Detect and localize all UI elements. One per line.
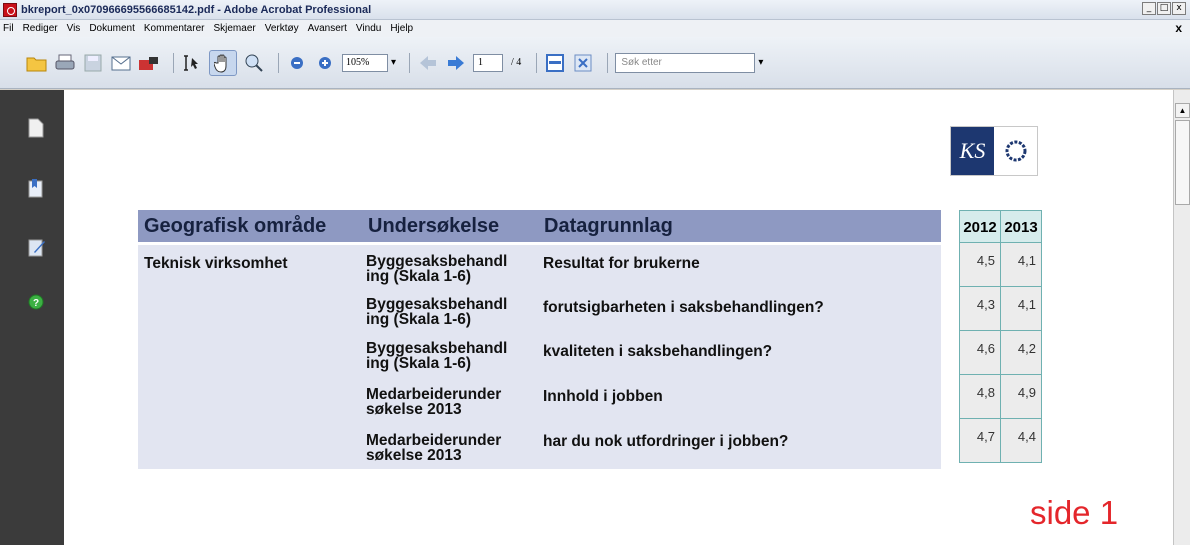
zoom-in-icon[interactable]: [314, 52, 336, 74]
survey-line-2: ing (Skala 1-6): [366, 268, 472, 285]
scroll-up-icon[interactable]: ▲: [1175, 103, 1190, 118]
header-basis: Datagrunnlag: [538, 210, 941, 242]
next-page-icon[interactable]: [445, 52, 467, 74]
document-page[interactable]: KS Geografisk område Undersøkelse Datagr…: [64, 90, 1173, 545]
ks-logo: KS: [950, 126, 1038, 176]
signatures-icon[interactable]: [28, 238, 45, 258]
minimize-button[interactable]: _: [1142, 2, 1156, 15]
navigation-panel: ?: [0, 90, 64, 545]
basis-cell: Innhold i jobben: [543, 388, 663, 405]
zoom-tool-icon[interactable]: [243, 52, 265, 74]
basis-cell: har du nok utfordringer i jobben?: [543, 433, 789, 450]
zoom-out-icon[interactable]: [286, 52, 308, 74]
page-label: side 1: [1030, 494, 1119, 531]
survey-line-2: søkelse 2013: [366, 447, 462, 464]
document-close-icon[interactable]: x: [1175, 21, 1182, 35]
value-2013: 4,1: [1000, 286, 1042, 331]
menu-rediger[interactable]: Rediger: [23, 23, 58, 34]
zoom-dropdown-icon[interactable]: ▾: [391, 57, 396, 68]
menu-skjemaer[interactable]: Skjemaer: [213, 23, 255, 34]
menu-kommentarer[interactable]: Kommentarer: [144, 23, 205, 34]
save-icon[interactable]: [82, 52, 104, 74]
survey-cell: Medarbeiderunder søkelse 2013: [366, 433, 501, 464]
value-2012: 4,8: [959, 374, 1001, 419]
acrobat-app-icon: [3, 2, 17, 17]
basis-cell: forutsigbarheten i saksbehandlingen?: [543, 299, 824, 316]
value-2013: 4,9: [1000, 374, 1042, 419]
survey-cell: Byggesaksbehandl ing (Skala 1-6): [366, 341, 507, 372]
email-icon[interactable]: [110, 52, 132, 74]
menu-fil[interactable]: Fil: [3, 23, 14, 34]
survey-line-2: ing (Skala 1-6): [366, 311, 472, 328]
value-2013: 4,4: [1000, 418, 1042, 463]
survey-cell: Medarbeiderunder søkelse 2013: [366, 387, 501, 418]
value-2012: 4,3: [959, 286, 1001, 331]
pages-icon[interactable]: [28, 118, 44, 138]
toolbar-divider: [536, 52, 538, 73]
scroll-thumb[interactable]: [1175, 120, 1190, 205]
year-header-2012: 2012: [959, 210, 1001, 243]
window-controls: _ □ x: [1142, 2, 1186, 15]
survey-cell: Byggesaksbehandl ing (Skala 1-6): [366, 254, 507, 285]
zoom-level-field[interactable]: 105%: [342, 53, 388, 72]
window-title: bkreport_0x070966695566685142.pdf - Adob…: [21, 3, 372, 16]
menu-vis[interactable]: Vis: [67, 23, 81, 34]
menu-avansert[interactable]: Avansert: [308, 23, 347, 34]
previous-page-icon[interactable]: [417, 52, 439, 74]
maximize-button[interactable]: □: [1157, 2, 1171, 15]
svg-text:?: ?: [33, 298, 39, 309]
value-2013: 4,2: [1000, 330, 1042, 375]
area-value: Teknisk virksomhet: [144, 255, 288, 272]
toolbar: 105% ▾ 1 / 4 Søk etter ▾: [0, 37, 1190, 89]
ks-logo-text: KS: [951, 127, 994, 175]
value-2012: 4,5: [959, 242, 1001, 287]
menu-bar: Fil Rediger Vis Dokument Kommentarer Skj…: [0, 20, 1190, 37]
menu-verktoy[interactable]: Verktøy: [265, 23, 299, 34]
help-icon[interactable]: ?: [28, 294, 44, 314]
header-area: Geografisk område: [138, 210, 362, 242]
value-2012: 4,6: [959, 330, 1001, 375]
search-dropdown-icon[interactable]: ▾: [758, 57, 763, 68]
fit-page-icon[interactable]: [572, 52, 594, 74]
toolbar-divider: [409, 52, 411, 73]
survey-line-2: ing (Skala 1-6): [366, 355, 472, 372]
title-bar: bkreport_0x070966695566685142.pdf - Adob…: [0, 0, 1190, 20]
print-icon[interactable]: [54, 52, 76, 74]
header-survey: Undersøkelse: [362, 210, 538, 242]
basis-cell: kvaliteten i saksbehandlingen?: [543, 343, 773, 360]
menu-vindu[interactable]: Vindu: [356, 23, 381, 34]
menu-dokument[interactable]: Dokument: [89, 23, 135, 34]
toolbar-divider: [173, 52, 174, 73]
toolbar-divider: [607, 52, 609, 73]
open-folder-icon[interactable]: [26, 52, 48, 74]
value-2013: 4,1: [1000, 242, 1042, 287]
page-total-label: / 4: [511, 57, 522, 68]
toolbar-divider: [278, 52, 279, 73]
search-input[interactable]: Søk etter: [615, 52, 756, 73]
area-column: [138, 245, 362, 469]
bookmarks-icon[interactable]: [28, 178, 44, 198]
year-header-2013: 2013: [1000, 210, 1042, 243]
page-number-field[interactable]: 1: [473, 53, 504, 72]
select-text-icon[interactable]: [181, 52, 203, 74]
value-2012: 4,7: [959, 418, 1001, 463]
ks-logo-ring-icon: [994, 127, 1037, 175]
survey-cell: Byggesaksbehandl ing (Skala 1-6): [366, 297, 507, 328]
hand-tool-icon[interactable]: [209, 49, 237, 76]
close-button[interactable]: x: [1172, 2, 1186, 15]
survey-line-2: søkelse 2013: [366, 401, 462, 418]
basis-cell: Resultat for brukerne: [543, 255, 700, 272]
vertical-scrollbar[interactable]: ▲: [1173, 90, 1190, 545]
menu-hjelp[interactable]: Hjelp: [390, 23, 413, 34]
secure-icon[interactable]: [138, 52, 160, 74]
fit-width-icon[interactable]: [544, 52, 566, 74]
